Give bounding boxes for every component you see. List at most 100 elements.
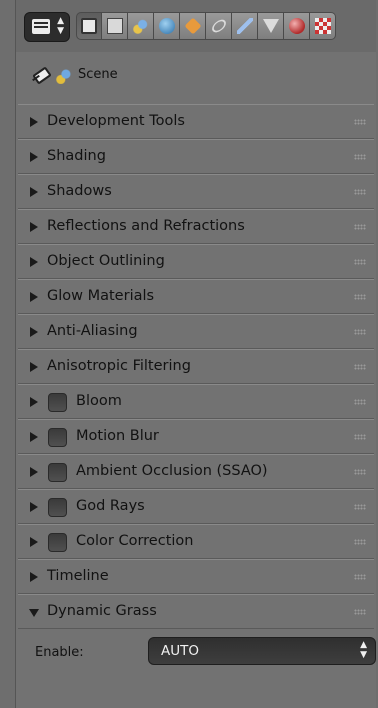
expand-arrow-icon — [30, 467, 38, 477]
world-icon — [158, 18, 175, 34]
motion-blur-checkbox[interactable] — [48, 428, 67, 447]
tab-data[interactable] — [258, 12, 284, 40]
render-layers-icon — [106, 18, 123, 34]
drag-handle-icon[interactable] — [354, 364, 366, 370]
panel-title: Dynamic Grass — [47, 603, 157, 619]
panel-color-correction[interactable]: Color Correction — [18, 524, 374, 559]
ssao-checkbox[interactable] — [48, 463, 67, 482]
panel-anisotropic-filtering[interactable]: Anisotropic Filtering — [18, 349, 374, 384]
drag-handle-icon[interactable] — [354, 574, 366, 580]
drag-handle-icon[interactable] — [354, 259, 366, 265]
panel-glow-materials[interactable]: Glow Materials — [18, 279, 374, 314]
drag-handle-icon[interactable] — [354, 399, 366, 405]
panel-timeline[interactable]: Timeline — [18, 559, 374, 594]
expand-arrow-icon — [30, 502, 38, 512]
drag-handle-icon[interactable] — [354, 469, 366, 475]
panel-shadows[interactable]: Shadows — [18, 174, 374, 209]
panel-title: Color Correction — [76, 533, 194, 549]
panel-title: God Rays — [76, 498, 145, 514]
panel-title: Development Tools — [47, 113, 185, 129]
drag-handle-icon[interactable] — [354, 224, 366, 230]
tab-object[interactable] — [180, 12, 206, 40]
drag-handle-icon[interactable] — [354, 539, 366, 545]
enable-label: Enable: — [35, 645, 84, 660]
panel-dynamic-grass[interactable]: Dynamic Grass — [18, 594, 374, 629]
panel-ambient-occlusion[interactable]: Ambient Occlusion (SSAO) — [18, 454, 374, 489]
dynamic-grass-enable-row: Enable: AUTO ▲ ▼ — [18, 629, 376, 677]
expand-arrow-icon — [30, 432, 38, 442]
expand-arrow-icon — [30, 257, 38, 267]
tab-texture[interactable] — [310, 12, 336, 40]
drag-handle-icon[interactable] — [354, 434, 366, 440]
panel-development-tools[interactable]: Development Tools — [18, 104, 374, 139]
expand-arrow-icon — [30, 572, 38, 582]
panel-title: Ambient Occlusion (SSAO) — [76, 463, 268, 479]
enable-select[interactable]: AUTO ▲ ▼ — [148, 637, 376, 665]
tab-modifiers[interactable] — [232, 12, 258, 40]
drag-handle-icon[interactable] — [354, 189, 366, 195]
drag-handle-icon[interactable] — [354, 329, 366, 335]
up-down-arrows-icon: ▲ ▼ — [360, 640, 367, 660]
tab-render-layers[interactable] — [102, 12, 128, 40]
properties-editor-icon — [32, 19, 50, 34]
panel-title: Object Outlining — [47, 253, 165, 269]
texture-icon — [314, 18, 331, 34]
bloom-checkbox[interactable] — [48, 393, 67, 412]
expand-arrow-icon — [30, 397, 38, 407]
properties-editor: ▲ ▼ Scene Development Tools Shading Shad… — [15, 0, 376, 708]
expand-arrow-icon — [30, 327, 38, 337]
tab-constraints[interactable] — [206, 12, 232, 40]
modifiers-icon — [236, 18, 253, 34]
panel-title: Bloom — [76, 393, 122, 409]
panel-title: Glow Materials — [47, 288, 155, 304]
collapse-arrow-icon — [29, 609, 39, 617]
drag-handle-icon[interactable] — [354, 504, 366, 510]
expand-arrow-icon — [30, 117, 38, 127]
panel-bloom[interactable]: Bloom — [18, 384, 374, 419]
panel-god-rays[interactable]: God Rays — [18, 489, 374, 524]
panel-reflections-refractions[interactable]: Reflections and Refractions — [18, 209, 374, 244]
panel-title: Reflections and Refractions — [47, 218, 245, 234]
breadcrumb: Scene — [16, 56, 376, 96]
up-down-arrows-icon: ▲ ▼ — [57, 16, 64, 36]
panel-shading[interactable]: Shading — [18, 139, 374, 174]
expand-arrow-icon — [30, 292, 38, 302]
panel-title: Timeline — [47, 568, 109, 584]
tab-scene[interactable] — [128, 12, 154, 40]
expand-arrow-icon — [30, 152, 38, 162]
panel-motion-blur[interactable]: Motion Blur — [18, 419, 374, 454]
expand-arrow-icon — [30, 187, 38, 197]
data-icon — [262, 19, 279, 33]
panel-anti-aliasing[interactable]: Anti-Aliasing — [18, 314, 374, 349]
color-correction-checkbox[interactable] — [48, 533, 67, 552]
panel-title: Motion Blur — [76, 428, 159, 444]
expand-arrow-icon — [30, 362, 38, 372]
panel-title: Shading — [47, 148, 106, 164]
properties-header: ▲ ▼ — [16, 0, 376, 52]
render-icon — [81, 18, 97, 34]
panel-title: Shadows — [47, 183, 112, 199]
scene-icon — [132, 18, 149, 34]
object-icon — [184, 17, 201, 35]
panel-title: Anti-Aliasing — [47, 323, 138, 339]
context-tabs — [76, 12, 370, 40]
drag-handle-icon[interactable] — [354, 294, 366, 300]
panel-list: Development Tools Shading Shadows Reflec… — [18, 104, 376, 677]
drag-handle-icon[interactable] — [354, 154, 366, 160]
panel-object-outlining[interactable]: Object Outlining — [18, 244, 374, 279]
tab-world[interactable] — [154, 12, 180, 40]
expand-arrow-icon — [30, 537, 38, 547]
material-icon — [288, 18, 305, 34]
scene-icon — [56, 68, 72, 84]
drag-handle-icon[interactable] — [354, 119, 366, 125]
editor-type-menu[interactable]: ▲ ▼ — [24, 12, 70, 42]
drag-handle-icon[interactable] — [354, 609, 366, 615]
tab-render[interactable] — [76, 12, 102, 40]
expand-arrow-icon — [30, 222, 38, 232]
pin-icon[interactable] — [30, 67, 50, 85]
god-rays-checkbox[interactable] — [48, 498, 67, 517]
tab-material[interactable] — [284, 12, 310, 40]
enable-select-value: AUTO — [161, 643, 199, 659]
breadcrumb-scene-label: Scene — [78, 67, 118, 82]
constraints-icon — [209, 17, 228, 35]
